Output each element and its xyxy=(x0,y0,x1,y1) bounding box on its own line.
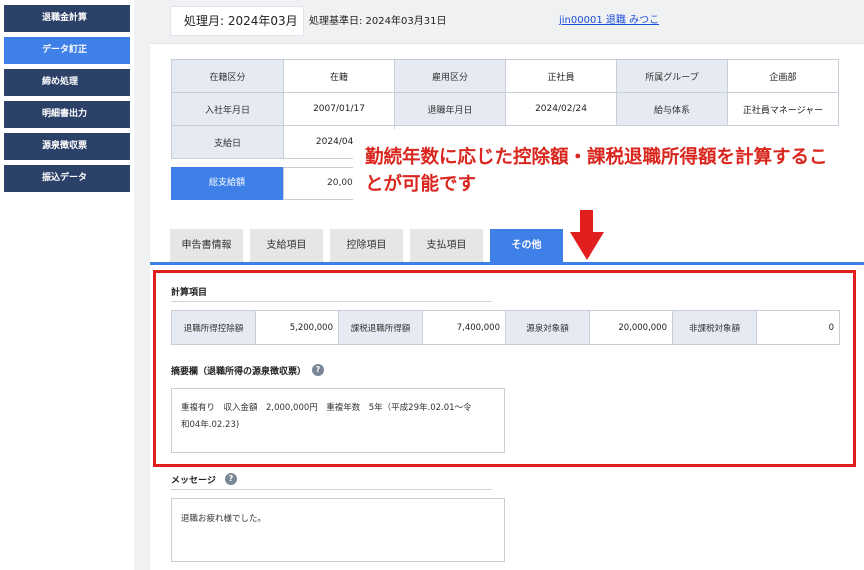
processing-base-date: 処理基準日: 2024年03月31日 xyxy=(309,16,447,27)
table-row: 入社年月日 2007/01/17 退職年月日 2024/02/24 給与体系 正… xyxy=(171,92,839,126)
total-payment-label: 総支給額 xyxy=(171,167,283,200)
sidebar-item-statement-output[interactable]: 明細書出力 xyxy=(4,101,130,128)
info-label: 雇用区分 xyxy=(394,59,506,93)
summary-line: 和04年.02.23) xyxy=(181,420,240,430)
arrow-down-icon-head xyxy=(570,232,604,260)
info-label: 在籍区分 xyxy=(171,59,284,93)
sidebar-item-closing[interactable]: 締め処理 xyxy=(4,69,130,96)
help-icon[interactable]: ? xyxy=(312,364,324,376)
info-value: 正社員 xyxy=(505,59,617,93)
calc-section-title: 計算項目 xyxy=(171,288,208,298)
section-divider xyxy=(171,489,492,490)
help-icon[interactable]: ? xyxy=(225,473,237,485)
calc-value: 5,200,000 xyxy=(255,310,339,345)
calc-table: 退職所得控除額 5,200,000 課税退職所得額 7,400,000 源泉対象… xyxy=(171,310,840,345)
calc-value: 20,000,000 xyxy=(589,310,673,345)
summary-textbox[interactable]: 重複有り 収入金額 2,000,000円 重複年数 5年（平成29年.02.01… xyxy=(171,388,505,453)
message-text: 退職お疲れ様でした。 xyxy=(181,514,267,524)
info-value: 2007/01/17 xyxy=(283,92,395,126)
calc-label: 源泉対象額 xyxy=(505,310,590,345)
callout-text: 勤続年数に応じた控除額・課税退職所得額を計算することが可能です xyxy=(365,147,828,195)
calc-value: 0 xyxy=(756,310,840,345)
calc-label: 退職所得控除額 xyxy=(171,310,256,345)
tab-declaration-info[interactable]: 申告書情報 xyxy=(170,229,243,262)
tab-deduction-items[interactable]: 控除項目 xyxy=(330,229,403,262)
tab-payment-items[interactable]: 支給項目 xyxy=(250,229,323,262)
sidebar-item-transfer-data[interactable]: 振込データ xyxy=(4,165,130,192)
processing-month: 処理月: 2024年03月 xyxy=(170,6,304,36)
info-value: 2024/02/24 xyxy=(505,92,617,126)
calc-label: 課税退職所得額 xyxy=(338,310,423,345)
info-label: 給与体系 xyxy=(616,92,728,126)
message-section-title: メッセージ xyxy=(171,476,216,486)
info-label: 入社年月日 xyxy=(171,92,284,126)
tab-other[interactable]: その他 xyxy=(490,229,563,262)
calc-label: 非課税対象額 xyxy=(672,310,757,345)
sidebar: 退職金計算 データ訂正 締め処理 明細書出力 源泉徴収票 振込データ xyxy=(0,0,134,570)
summary-section-title: 摘要欄（退職所得の源泉徴収票） xyxy=(171,367,307,377)
info-label: 退職年月日 xyxy=(394,92,506,126)
info-value: 企画部 xyxy=(727,59,839,93)
info-value: 在籍 xyxy=(283,59,395,93)
sidebar-item-retirement-calc[interactable]: 退職金計算 xyxy=(4,5,130,32)
arrow-down-icon xyxy=(580,210,593,232)
section-divider xyxy=(171,301,492,302)
summary-line: 重複有り 収入金額 2,000,000円 重複年数 5年（平成29年.02.01… xyxy=(181,403,472,413)
info-value: 正社員マネージャー xyxy=(727,92,839,126)
info-label: 支給日 xyxy=(171,125,284,159)
table-row: 在籍区分 在籍 雇用区分 正社員 所属グループ 企画部 xyxy=(171,59,839,93)
tab-disbursement-items[interactable]: 支払項目 xyxy=(410,229,483,262)
sidebar-item-data-correction[interactable]: データ訂正 xyxy=(4,37,130,64)
sidebar-item-withholding-slip[interactable]: 源泉徴収票 xyxy=(4,133,130,160)
message-textbox[interactable]: 退職お疲れ様でした。 xyxy=(171,498,505,562)
calc-value: 7,400,000 xyxy=(422,310,506,345)
info-label: 所属グループ xyxy=(616,59,728,93)
employee-link[interactable]: jin00001 退職 みつこ xyxy=(559,11,659,26)
tab-underline xyxy=(150,262,864,265)
table-row: 退職所得控除額 5,200,000 課税退職所得額 7,400,000 源泉対象… xyxy=(171,310,840,345)
